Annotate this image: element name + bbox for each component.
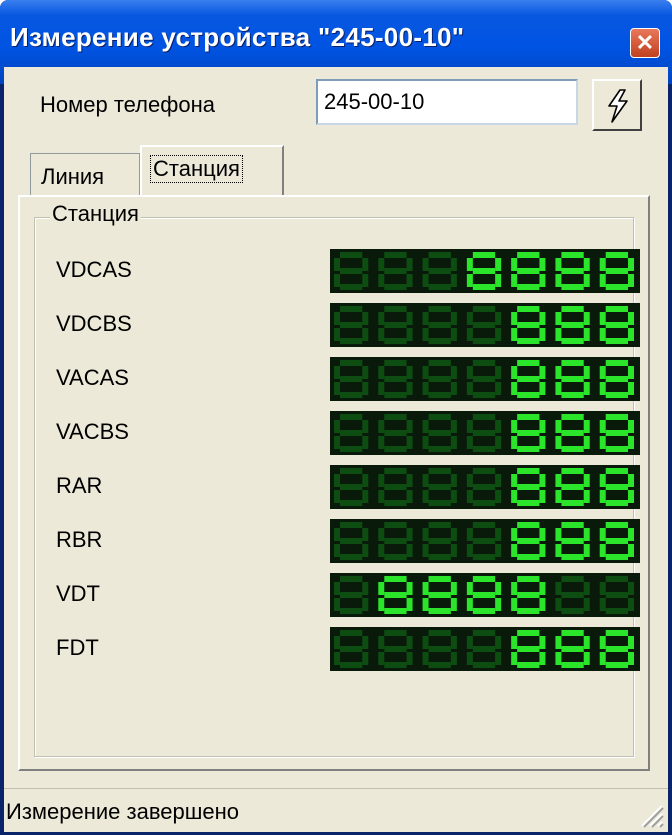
phone-number-label: Номер телефона (40, 92, 215, 117)
row-label-vacbs: VACBS (56, 419, 129, 444)
lcd-display-rar (330, 465, 640, 509)
tab-line[interactable]: Линия (30, 153, 140, 196)
tab-line-label: Линия (41, 164, 105, 189)
tab-station[interactable]: Станция (140, 145, 284, 197)
row-label-vdcas: VDCAS (56, 257, 132, 282)
tab-station-label: Станция (150, 155, 243, 183)
row-label-vacas: VACAS (56, 365, 129, 390)
lcd-display-vacas (330, 357, 640, 401)
row-label-vdt: VDT (56, 581, 100, 606)
phone-number-value: 245-00-10 (324, 89, 425, 114)
status-text: Измерение завершено (6, 799, 240, 824)
lcd-display-vdt (330, 573, 640, 617)
close-button[interactable]: ✕ (630, 28, 660, 58)
application-window: Измерение устройства "245-00-10" ✕ Номер… (0, 0, 672, 835)
phone-number-input[interactable]: 245-00-10 (316, 79, 578, 125)
window-title: Измерение устройства "245-00-10" (10, 22, 465, 52)
lcd-display-fdt (330, 627, 640, 671)
status-bar: Измерение завершено (4, 788, 668, 832)
lcd-display-rbr (330, 519, 640, 563)
lcd-display-vacbs (330, 411, 640, 455)
resize-grip-icon[interactable] (638, 802, 664, 828)
client-area: Номер телефона 245-00-10 Линия Станция С… (4, 67, 668, 831)
row-label-vdcbs: VDCBS (56, 311, 132, 336)
row-label-rbr: RBR (56, 527, 103, 552)
close-icon: ✕ (635, 30, 655, 55)
measure-button[interactable] (592, 79, 642, 131)
tab-panel-station: Станция VDCAS VDCBS VACAS VACBS RAR RBR VDT FDT (18, 195, 650, 771)
lightning-icon (608, 89, 628, 123)
row-label-fdt: FDT (56, 635, 99, 660)
lcd-display-vdcbs (330, 303, 640, 347)
station-groupbox-title: Станция (50, 201, 141, 227)
lcd-display-vdcas (330, 249, 640, 293)
row-label-rar: RAR (56, 473, 103, 498)
